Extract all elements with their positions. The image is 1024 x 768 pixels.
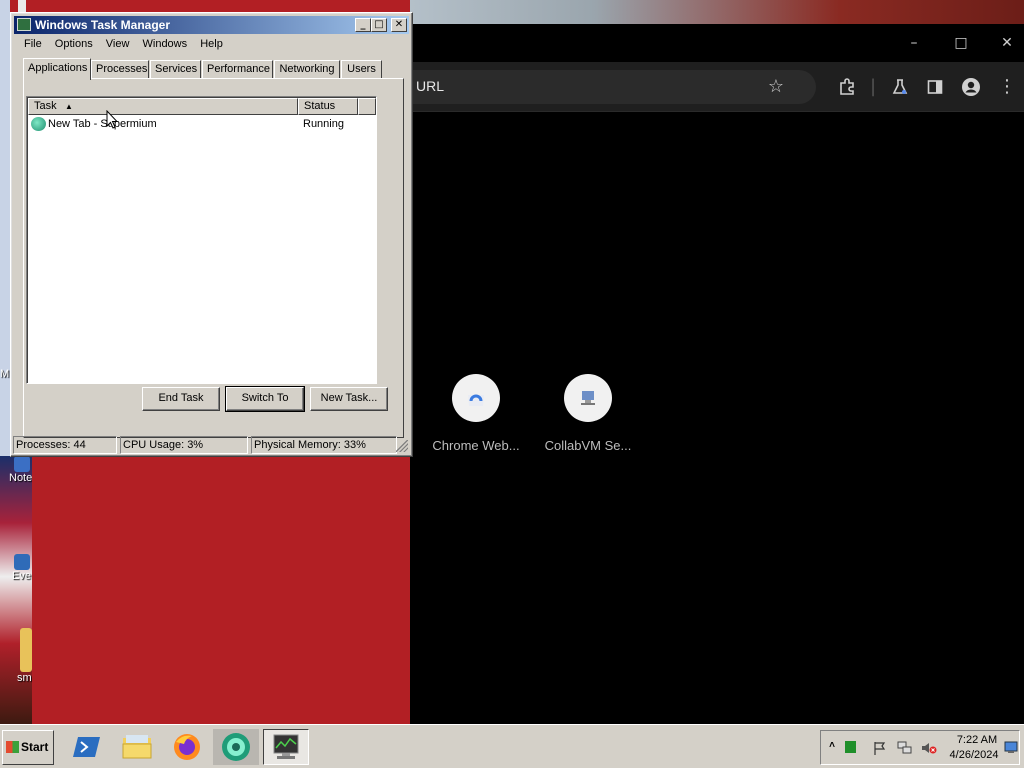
windows-flag-icon [6, 741, 19, 753]
task-status: Running [303, 118, 344, 130]
tab-processes[interactable]: Processes [91, 60, 149, 79]
tab-users[interactable]: Users [341, 60, 382, 79]
explorer-icon[interactable] [114, 729, 160, 765]
status-physical-memory: Physical Memory: 33% [251, 436, 397, 454]
address-bar-text: URL [416, 78, 445, 94]
desktop-icon-label: M [0, 368, 10, 380]
tab-networking[interactable]: Networking [274, 60, 340, 79]
window-title: Windows Task Manager [35, 18, 171, 32]
side-panel-icon[interactable] [922, 74, 948, 100]
tab-services[interactable]: Services [150, 60, 201, 79]
more-menu-icon[interactable]: ⋮ [994, 74, 1020, 100]
column-header-status[interactable]: Status [298, 98, 358, 115]
shortcut-tile-chrome-web-store[interactable]: Chrome Web... [421, 374, 531, 453]
clock-time[interactable]: 7:22 AM [947, 734, 1007, 746]
new-task-button[interactable]: New Task... [310, 387, 388, 411]
task-list[interactable]: Task ▲ Status New Tab - Supermium Runnin… [26, 96, 377, 384]
task-manager-icon [17, 18, 31, 31]
taskbar: Start ˄ 7:22 AM 4/26/2024 [0, 724, 1024, 768]
menu-options[interactable]: Options [50, 35, 98, 53]
desktop-icon-event[interactable]: Eve [0, 554, 32, 582]
show-desktop-icon[interactable] [1004, 741, 1018, 755]
maximize-button[interactable]: □ [947, 32, 975, 54]
wallpaper-top-strip [410, 0, 1024, 24]
desktop-icon-label: Eve [12, 570, 31, 582]
status-processes: Processes: 44 [13, 436, 117, 454]
browser-window: – □ ✕ URL ☆ | ⋮ Chrome Web... CollabVM S… [390, 24, 1024, 724]
desktop-icon-notepad[interactable]: Note [0, 456, 32, 484]
resize-grip[interactable] [396, 440, 408, 452]
shortcut-label: Chrome Web... [432, 438, 520, 453]
menu-bar: File Options View Windows Help [19, 35, 228, 53]
shortcut-tile-collabvm[interactable]: CollabVM Se... [533, 374, 643, 453]
close-button[interactable]: ✕ [993, 32, 1021, 54]
extensions-icon[interactable] [834, 74, 860, 100]
maximize-button[interactable]: □ [371, 18, 387, 32]
shortcut-icon [14, 554, 30, 570]
folder-icon [20, 628, 32, 672]
notepad-icon [14, 456, 30, 472]
labs-flask-icon[interactable] [887, 74, 913, 100]
status-bar: Processes: 44 CPU Usage: 3% Physical Mem… [13, 436, 410, 454]
menu-windows[interactable]: Windows [138, 35, 193, 53]
supermium-icon [31, 117, 46, 131]
minimize-button[interactable]: _ [355, 18, 371, 32]
column-header-task[interactable]: Task ▲ [28, 98, 298, 115]
task-manager-window: Windows Task Manager _ □ ✕ File Options … [10, 12, 413, 457]
tab-applications[interactable]: Applications [23, 58, 91, 80]
supermium-icon[interactable] [213, 729, 259, 765]
task-manager-icon[interactable] [263, 729, 309, 765]
status-cpu-usage: CPU Usage: 3% [120, 436, 248, 454]
minimize-button[interactable]: – [900, 32, 928, 54]
desktop-icon-label: Note [9, 472, 32, 484]
column-header-filler [358, 98, 376, 115]
end-task-button[interactable]: End Task [142, 387, 220, 411]
address-bar[interactable]: URL ☆ [390, 70, 816, 104]
menu-file[interactable]: File [19, 35, 47, 53]
start-label: Start [21, 740, 49, 754]
switch-to-button[interactable]: Switch To [225, 386, 305, 412]
action-center-flag-icon[interactable] [873, 741, 887, 755]
menu-view[interactable]: View [101, 35, 135, 53]
table-row[interactable]: New Tab - Supermium Running [31, 116, 375, 132]
green-status-icon[interactable] [845, 741, 856, 753]
volume-muted-icon[interactable] [921, 741, 937, 755]
chrome-web-store-icon [452, 374, 500, 422]
browser-toolbar: URL ☆ | ⋮ [390, 62, 1024, 112]
separator: | [869, 76, 877, 97]
sort-ascending-icon: ▲ [65, 102, 73, 111]
browser-titlebar: – □ ✕ [410, 24, 1024, 62]
network-icon[interactable] [897, 741, 912, 755]
system-tray: ˄ 7:22 AM 4/26/2024 [820, 730, 1020, 765]
bookmark-star-icon[interactable]: ☆ [763, 74, 789, 100]
collabvm-icon [564, 374, 612, 422]
mouse-cursor-icon [106, 110, 118, 129]
start-button[interactable]: Start [2, 730, 54, 765]
desktop-icon-label: sm [17, 672, 32, 684]
desktop-icon-folder[interactable]: sm [0, 628, 32, 684]
show-hidden-icons-icon[interactable]: ˄ [825, 740, 839, 754]
powershell-icon[interactable] [64, 729, 110, 765]
clock-date[interactable]: 4/26/2024 [941, 749, 1007, 761]
task-name: New Tab - Supermium [48, 118, 157, 130]
profile-avatar-icon[interactable] [958, 74, 984, 100]
shortcut-label: CollabVM Se... [544, 438, 632, 453]
firefox-icon[interactable] [164, 729, 210, 765]
menu-help[interactable]: Help [195, 35, 228, 53]
tab-performance[interactable]: Performance [202, 60, 273, 79]
task-manager-titlebar[interactable]: Windows Task Manager _ □ ✕ [14, 16, 409, 34]
close-button[interactable]: ✕ [391, 18, 407, 32]
